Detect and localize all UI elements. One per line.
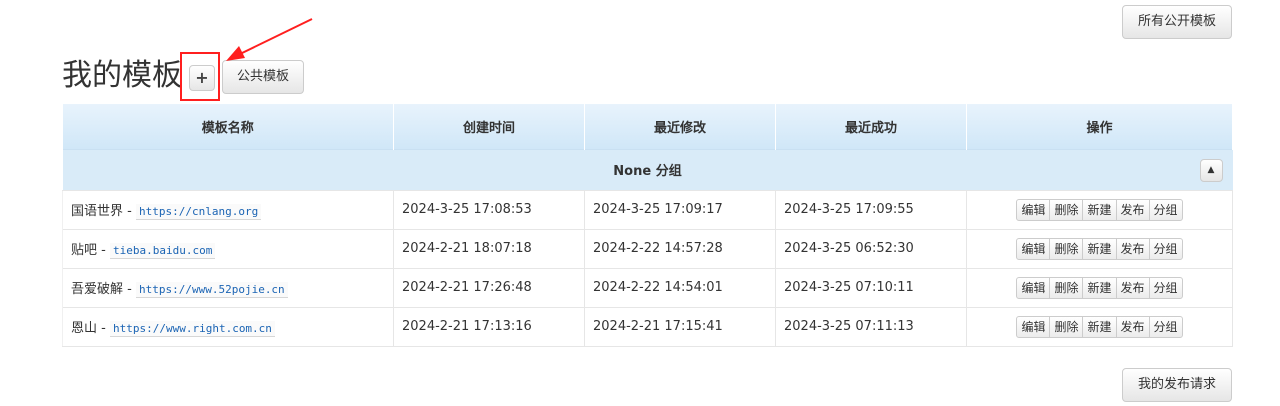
collapse-group-icon[interactable]: ▲	[1199, 158, 1223, 182]
success-time-cell: 2024-3-25 07:10:11	[775, 267, 967, 307]
template-url-link[interactable]: https://www.right.com.cn	[109, 321, 275, 337]
actions-cell: 编辑 删除 新建 发布 分组	[966, 267, 1233, 307]
success-time-cell: 2024-3-25 17:09:55	[775, 189, 967, 229]
group-button[interactable]: 分组	[1148, 276, 1183, 299]
created-time-cell: 2024-2-21 17:13:16	[393, 306, 585, 347]
template-url-link[interactable]: tieba.baidu.com	[109, 243, 216, 259]
edit-button[interactable]: 编辑	[1016, 237, 1051, 260]
table-row: 恩山 - https://www.right.com.cn 2024-2-21 1…	[62, 306, 1233, 347]
my-publish-requests-button[interactable]: 我的发布请求	[1122, 368, 1232, 402]
template-name: 吾爱破解	[71, 282, 124, 297]
delete-button[interactable]: 删除	[1049, 276, 1084, 299]
action-button-group: 编辑 删除 新建 发布 分组	[1016, 315, 1183, 338]
column-header-success: 最近成功	[775, 104, 967, 149]
template-name: 恩山	[71, 321, 98, 336]
table-row: 国语世界 - https://cnlang.org 2024-3-25 17:08…	[62, 189, 1233, 229]
edit-button[interactable]: 编辑	[1016, 276, 1051, 299]
column-header-created: 创建时间	[393, 104, 585, 149]
group-button[interactable]: 分组	[1148, 315, 1183, 338]
template-url-link[interactable]: https://cnlang.org	[135, 204, 262, 220]
table-row: 贴吧 - tieba.baidu.com 2024-2-21 18:07:18 20…	[62, 228, 1233, 268]
actions-cell: 编辑 删除 新建 发布 分组	[966, 189, 1233, 229]
column-header-actions: 操作	[966, 104, 1233, 149]
created-time-cell: 2024-3-25 17:08:53	[393, 189, 585, 229]
template-name: 国语世界	[71, 204, 124, 219]
new-button[interactable]: 新建	[1082, 276, 1117, 299]
name-separator: -	[97, 321, 110, 336]
template-name: 贴吧	[71, 243, 98, 258]
templates-table: 模板名称 创建时间 最近修改 最近成功 操作 None 分组 ▲ 国语世界 - …	[62, 104, 1233, 347]
actions-cell: 编辑 删除 新建 发布 分组	[966, 306, 1233, 347]
public-templates-button[interactable]: 公共模板	[222, 60, 304, 94]
delete-button[interactable]: 删除	[1049, 198, 1084, 221]
name-separator: -	[123, 282, 136, 297]
actions-cell: 编辑 删除 新建 发布 分组	[966, 228, 1233, 268]
new-button[interactable]: 新建	[1082, 315, 1117, 338]
template-name-cell: 恩山 - https://www.right.com.cn	[62, 306, 394, 347]
action-button-group: 编辑 删除 新建 发布 分组	[1016, 237, 1183, 260]
action-button-group: 编辑 删除 新建 发布 分组	[1016, 198, 1183, 221]
success-time-cell: 2024-3-25 06:52:30	[775, 228, 967, 268]
annotation-highlight-box	[180, 52, 220, 101]
group-row: None 分组 ▲	[62, 148, 1233, 190]
page-title: 我的模板	[62, 58, 182, 93]
template-name-cell: 贴吧 - tieba.baidu.com	[62, 228, 394, 268]
template-url-link[interactable]: https://www.52pojie.cn	[135, 282, 288, 298]
edit-button[interactable]: 编辑	[1016, 198, 1051, 221]
action-button-group: 编辑 删除 新建 发布 分组	[1016, 276, 1183, 299]
table-header-row: 模板名称 创建时间 最近修改 最近成功 操作	[62, 104, 1233, 149]
table-row: 吾爱破解 - https://www.52pojie.cn 2024-2-21 1…	[62, 267, 1233, 307]
template-name-cell: 国语世界 - https://cnlang.org	[62, 189, 394, 229]
group-button[interactable]: 分组	[1148, 198, 1183, 221]
template-name-cell: 吾爱破解 - https://www.52pojie.cn	[62, 267, 394, 307]
column-header-modified: 最近修改	[584, 104, 776, 149]
modified-time-cell: 2024-2-22 14:54:01	[584, 267, 776, 307]
new-button[interactable]: 新建	[1082, 237, 1117, 260]
publish-button[interactable]: 发布	[1115, 198, 1150, 221]
success-time-cell: 2024-3-25 07:11:13	[775, 306, 967, 347]
name-separator: -	[123, 204, 136, 219]
modified-time-cell: 2024-2-21 17:15:41	[584, 306, 776, 347]
all-public-templates-button[interactable]: 所有公开模板	[1122, 5, 1232, 39]
modified-time-cell: 2024-3-25 17:09:17	[584, 189, 776, 229]
group-button[interactable]: 分组	[1148, 237, 1183, 260]
publish-button[interactable]: 发布	[1115, 237, 1150, 260]
name-separator: -	[97, 243, 110, 258]
created-time-cell: 2024-2-21 17:26:48	[393, 267, 585, 307]
publish-button[interactable]: 发布	[1115, 276, 1150, 299]
edit-button[interactable]: 编辑	[1016, 315, 1051, 338]
delete-button[interactable]: 删除	[1049, 315, 1084, 338]
created-time-cell: 2024-2-21 18:07:18	[393, 228, 585, 268]
column-header-name: 模板名称	[62, 104, 394, 149]
group-label: None 分组	[613, 164, 682, 179]
modified-time-cell: 2024-2-22 14:57:28	[584, 228, 776, 268]
delete-button[interactable]: 删除	[1049, 237, 1084, 260]
publish-button[interactable]: 发布	[1115, 315, 1150, 338]
new-button[interactable]: 新建	[1082, 198, 1117, 221]
